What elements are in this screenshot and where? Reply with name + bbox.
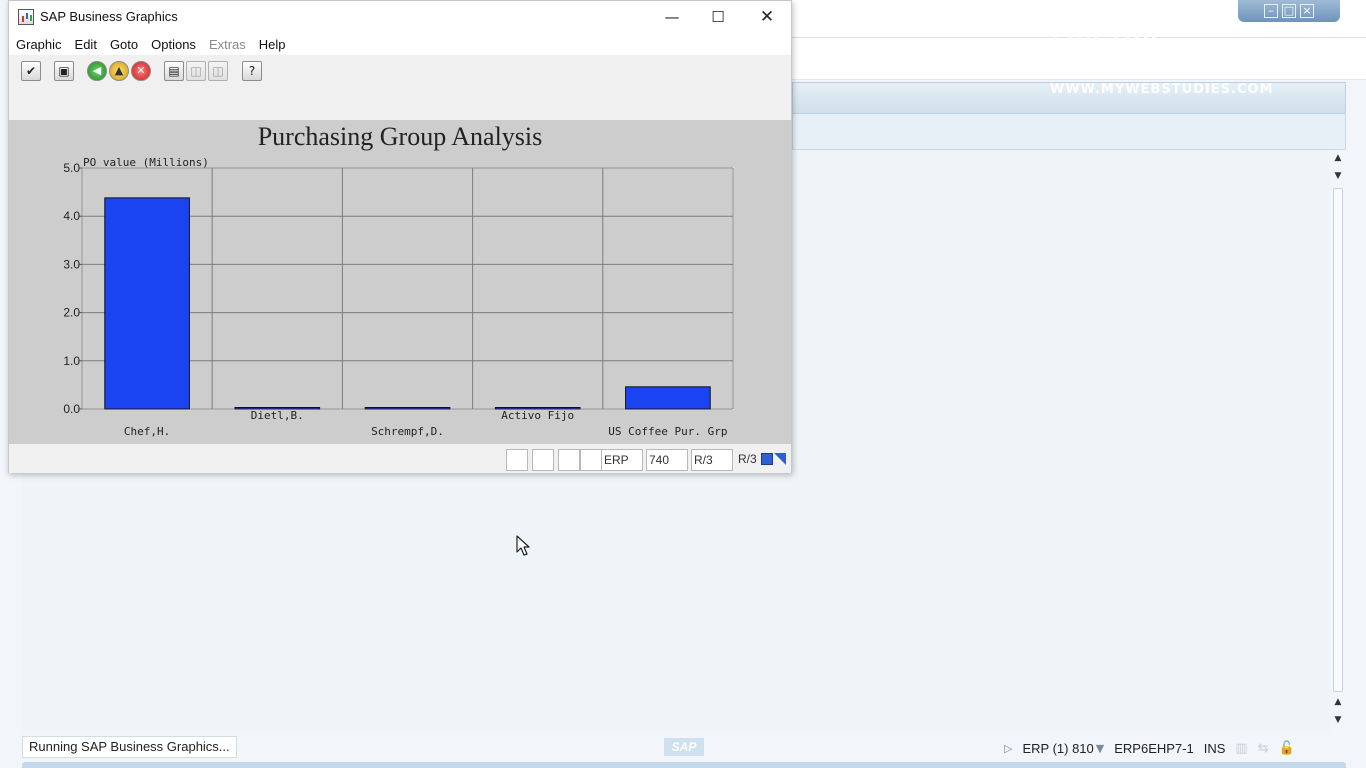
bar (625, 386, 711, 410)
expand-icon[interactable]: ▷ (1004, 742, 1012, 755)
y-tick-label: 5.0 (63, 161, 80, 175)
close-button[interactable]: ✕ (744, 5, 790, 29)
status-field (580, 449, 602, 471)
window-title: SAP Business Graphics (40, 9, 178, 24)
x-tick-label: Schrempf,D. (371, 425, 444, 438)
x-tick-label: Chef,H. (124, 425, 170, 438)
y-tick-label: 3.0 (63, 257, 80, 271)
app-icon (18, 9, 34, 25)
watermark-line: MY WEB STUDIES (1098, 48, 1308, 72)
sap-flag-icon (761, 452, 787, 466)
watermark: FOR YOU MY WEB STUDIES WWW.MYWEBSTUDIES.… (1040, 22, 1340, 102)
x-tick-label: US Coffee Pur. Grp (608, 425, 727, 438)
back-icon[interactable]: ◀ (87, 61, 107, 81)
bar (104, 197, 190, 410)
y-axis-ticks: 0.0 1.0 2.0 3.0 4.0 5.0 (63, 161, 82, 416)
input-mode[interactable]: INS (1204, 741, 1226, 756)
scroll-up-icon[interactable]: ▲ (1332, 152, 1344, 164)
exit-icon[interactable]: ▲ (109, 61, 129, 81)
y-tick-label: 0.0 (63, 402, 80, 416)
menu-graphic[interactable]: Graphic (16, 37, 62, 52)
scroll-up-icon[interactable]: ▲ (1332, 696, 1344, 708)
release-label: R/3 (738, 452, 757, 466)
find-icon: ◫ (186, 61, 206, 81)
sap-logo: SAP (664, 738, 704, 756)
chart-icon: ▥ (1235, 740, 1248, 756)
minimize-icon[interactable]: – (1264, 4, 1278, 18)
minimize-button[interactable]: — (649, 5, 695, 29)
find-next-icon: ◫ (208, 61, 228, 81)
menu-help[interactable]: Help (259, 37, 286, 52)
status-field (506, 449, 528, 471)
release-field: R/3 (691, 449, 733, 471)
save-icon[interactable]: ▣ (54, 61, 74, 81)
bar (364, 407, 451, 410)
y-tick-label: 4.0 (63, 209, 80, 223)
window-status-bar: ERP 740 R/3 R/3 (9, 444, 791, 473)
window-title-bar: SAP Business Graphics — ☐ ✕ (9, 1, 791, 33)
scrollbar-track[interactable] (1333, 188, 1343, 692)
main-screen-application-toolbar (792, 114, 1346, 150)
system-info: ▷ ERP (1) 810 ▼ ERP6EHP7-1 INS ▥ ⇆ 🔓 (1004, 738, 1295, 758)
x-tick-label: Activo Fijo (501, 409, 574, 422)
chart-title: Purchasing Group Analysis (257, 122, 543, 151)
network-icon: ⇆ (1257, 740, 1269, 756)
menu-goto[interactable]: Goto (110, 37, 138, 52)
menu-extras: Extras (208, 36, 246, 52)
cancel-icon[interactable]: ✕ (131, 61, 151, 81)
enter-icon[interactable]: ✔ (21, 61, 41, 81)
mouse-cursor-icon (516, 535, 530, 556)
y-tick-label: 2.0 (63, 306, 80, 320)
x-tick-label: Dietl,B. (251, 409, 304, 422)
x-axis-labels: Chef,H. Dietl,B. Schrempf,D. Activo Fijo US … (124, 409, 728, 438)
toolbar: ✔ ▣ ◀ ▲ ✕ ▤ ◫ ◫ ? (9, 55, 791, 119)
client-field: 740 (646, 449, 688, 471)
vertical-scrollbar[interactable]: ▲ ▼ ▲ ▼ (1330, 150, 1346, 732)
close-icon[interactable]: × (1300, 4, 1314, 18)
status-field (532, 449, 554, 471)
watermark-line: FOR YOU (1052, 22, 1160, 46)
maximize-icon[interactable]: □ (1282, 4, 1296, 18)
status-field (558, 449, 580, 471)
maximize-button[interactable]: ☐ (695, 5, 741, 29)
watermark-url: WWW.MYWEBSTUDIES.COM (1050, 82, 1274, 97)
menu-edit[interactable]: Edit (75, 37, 97, 52)
system-client[interactable]: ERP (1) 810 (1022, 741, 1093, 756)
server-name: ERP6EHP7-1 (1114, 740, 1194, 756)
status-message: Running SAP Business Graphics... (22, 736, 237, 758)
bar-chart: 0.0 1.0 2.0 3.0 4.0 5.0 Chef,H. Dietl,B. Schrem… (63, 156, 734, 438)
y-axis-label: PO value (Millions) (83, 156, 209, 169)
chevron-down-icon[interactable]: ▼ (1096, 742, 1104, 755)
y-tick-label: 1.0 (63, 354, 80, 368)
main-window-controls: – □ × (1238, 0, 1340, 22)
scroll-down-icon[interactable]: ▼ (1332, 714, 1344, 726)
scroll-down-icon[interactable]: ▼ (1332, 170, 1344, 182)
business-graphics-window: SAP Business Graphics — ☐ ✕ Graphic Edit… (8, 0, 792, 473)
system-field: ERP (601, 449, 643, 471)
help-icon[interactable]: ? (242, 61, 262, 81)
menu-bar: Graphic Edit Goto Options Extras Help (9, 33, 791, 55)
print-icon[interactable]: ▤ (164, 61, 184, 81)
chart-area: 0.0 1.0 2.0 3.0 4.0 5.0 Chef,H. Dietl,B. Schrem… (9, 120, 791, 444)
menu-options[interactable]: Options (151, 37, 196, 52)
taskbar-strip (22, 762, 1346, 768)
lock-icon: 🔓 (1278, 740, 1295, 756)
